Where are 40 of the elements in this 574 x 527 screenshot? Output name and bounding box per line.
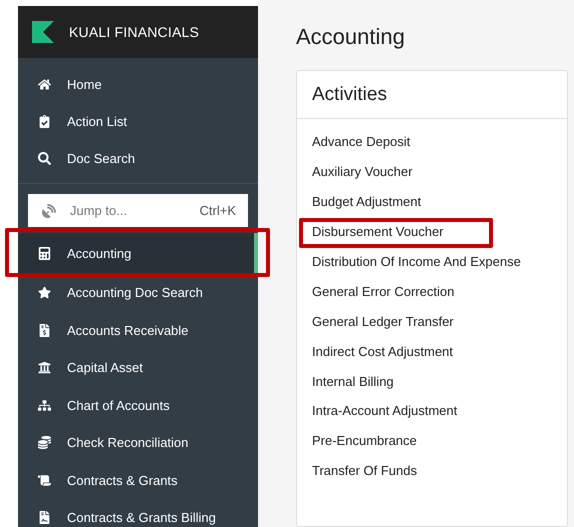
shortcut-hint: Ctrl+K bbox=[200, 203, 236, 218]
nav-item[interactable]: Chart of Accounts bbox=[18, 386, 258, 424]
bank-icon bbox=[38, 361, 51, 374]
nav-item[interactable]: Contracts & Grants bbox=[18, 462, 258, 499]
coins-icon bbox=[38, 436, 51, 450]
activity-link[interactable]: Advance Deposit bbox=[312, 134, 410, 150]
activity-link[interactable]: Pre-Encumbrance bbox=[312, 433, 417, 448]
org-chart-icon bbox=[38, 398, 51, 412]
activity-link[interactable]: Auxiliary Voucher bbox=[312, 164, 412, 180]
nav-item[interactable]: Doc Search bbox=[18, 140, 258, 177]
page-title: Accounting bbox=[296, 24, 406, 50]
nav-item[interactable]: Check Reconciliation bbox=[18, 424, 258, 462]
activity-link[interactable]: Distribution Of Income And Expense bbox=[312, 254, 521, 269]
nav-item[interactable]: Home bbox=[18, 66, 258, 103]
satellite-dish-icon bbox=[42, 204, 56, 218]
invoice-icon bbox=[38, 324, 51, 337]
calculator-icon bbox=[38, 247, 51, 260]
nav-item[interactable]: Action List bbox=[18, 103, 258, 140]
nav-item[interactable]: Contracts & Grants Billing bbox=[18, 499, 258, 527]
search-icon bbox=[38, 152, 51, 165]
activity-link[interactable]: Transfer Of Funds bbox=[312, 463, 417, 478]
contract-icon bbox=[38, 511, 51, 524]
scroll-icon bbox=[38, 474, 51, 487]
nav-item[interactable]: Accounts Receivable bbox=[18, 312, 258, 349]
activity-link[interactable]: General Ledger Transfer bbox=[312, 314, 454, 329]
activity-link[interactable]: Budget Adjustment bbox=[312, 194, 422, 210]
activity-link[interactable]: Indirect Cost Adjustment bbox=[312, 344, 453, 359]
clipboard-check-icon bbox=[38, 115, 51, 128]
nav-item[interactable]: Accounting bbox=[18, 233, 258, 274]
activity-link[interactable]: Internal Billing bbox=[312, 374, 394, 389]
home-icon bbox=[38, 78, 51, 91]
logo-icon bbox=[32, 21, 54, 43]
star-icon bbox=[38, 286, 51, 300]
nav-item[interactable]: Accounting Doc Search bbox=[18, 274, 258, 312]
activity-link[interactable]: Disbursement Voucher bbox=[312, 224, 444, 240]
activity-link[interactable]: Intra-Account Adjustment bbox=[312, 403, 458, 418]
activity-link[interactable]: General Error Correction bbox=[312, 284, 454, 299]
card-title: Activities bbox=[297, 71, 567, 119]
brand-name: KUALI FINANCIALS bbox=[69, 24, 200, 40]
nav-item[interactable]: Capital Asset bbox=[18, 349, 258, 386]
